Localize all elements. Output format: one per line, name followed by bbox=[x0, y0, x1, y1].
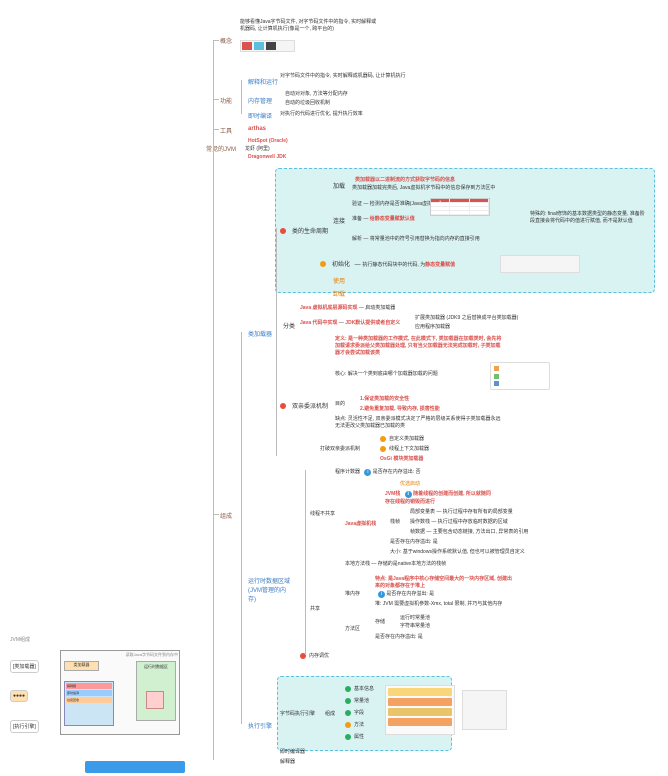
exec-jit: 即时编译器 bbox=[280, 748, 305, 755]
func-memory[interactable]: 内存管理 bbox=[245, 95, 275, 106]
purpose[interactable]: 目的 bbox=[335, 401, 345, 407]
heap-overflow: 是否存在内存溢出: 是 bbox=[386, 591, 434, 597]
bc-struct: 组成 bbox=[325, 711, 335, 717]
info-icon: i bbox=[364, 469, 371, 476]
frame-1: 局部变量表 — 执行过程中存有所有的局部变量 bbox=[410, 508, 513, 515]
execution[interactable]: 执行引擎 bbox=[245, 720, 275, 731]
bc-const: 常量池 bbox=[354, 698, 369, 704]
func-jit[interactable]: 即时编译 bbox=[245, 110, 275, 121]
direct-mem[interactable]: 内存调优 bbox=[309, 653, 329, 659]
jvm-stack-desc: JVM栈 i 随着线程的创建而创建, 所以就随同存在线程的销毁而进行 bbox=[385, 490, 495, 505]
bottom-button[interactable] bbox=[85, 761, 185, 773]
func-jit-desc: 对执行的代码进行优化, 提升执行效率 bbox=[280, 110, 363, 117]
break[interactable]: 打破双亲委派机制 bbox=[320, 446, 360, 452]
shared[interactable]: 共享 bbox=[310, 606, 320, 612]
loading[interactable]: 加载 bbox=[330, 180, 348, 191]
mem-2: 自动的垃圾回收机制 bbox=[285, 99, 330, 106]
lifecycle[interactable]: 类的生命周期 bbox=[289, 225, 331, 236]
linking[interactable]: 连接 bbox=[330, 215, 348, 226]
break-1: 自定义类加载器 bbox=[389, 436, 424, 442]
node-common-jvm[interactable]: 常见的JVM bbox=[203, 143, 239, 154]
ma-store-1: 运行时常量池 bbox=[400, 614, 430, 621]
frame[interactable]: 栈帧 bbox=[390, 519, 400, 525]
runtime[interactable]: 运行时数据区域 (JVM管理的内存) bbox=[245, 575, 295, 604]
node-concept[interactable]: 概念 bbox=[217, 35, 235, 46]
cls-java: Java 代码中实现 bbox=[300, 320, 338, 326]
verify: 验证 bbox=[352, 201, 362, 207]
heap[interactable]: 堆内存 bbox=[345, 591, 360, 597]
cls-definition: 定义: 是一种类加载器的工作模式, 在此模式下, 类加载器在加载类时, 会先将加… bbox=[335, 335, 505, 356]
cls-java-2: 应用程序加载器 bbox=[415, 323, 450, 330]
jvm-dragonwell: Dragonwell JDK bbox=[245, 153, 289, 161]
func-interpret-desc: 对字节码文件中的指令, 实时解释成机器码, 让计算机执行 bbox=[280, 72, 406, 79]
bc-field: 字段 bbox=[354, 710, 364, 716]
delegation-core: 核心: 解决一个类到底由哪个加载器加载的问题 bbox=[335, 370, 438, 377]
bc-attr: 属性 bbox=[354, 734, 364, 740]
mem-1: 自动对对象, 方法等分配内存 bbox=[285, 90, 348, 97]
jvm-hotspot: HotSpot (Oracle) bbox=[245, 137, 291, 145]
exec-interp: 解释器 bbox=[280, 758, 295, 765]
break-2: 线程上下文加载器 bbox=[389, 446, 429, 452]
stack-size: 大小: 基于windows操作系统默认值, 但也可以被管理员自定义 bbox=[390, 548, 525, 555]
bottom-panel: JVM组成 [类加载器] ●●●● [执行引擎] 读取Java字节码文件到内存中… bbox=[10, 636, 185, 756]
purpose-warn: 缺点: 灵活性不足, 双亲委派模式决定了严格的层级关系使得子类加载器永远无法更改… bbox=[335, 415, 505, 429]
frame-3: 帧数据 — 主要包含动态链接, 方法出口, 异常表的引用 bbox=[410, 528, 528, 535]
prepare: 准备 bbox=[352, 216, 362, 222]
classloader[interactable]: 类加载器 bbox=[245, 328, 275, 339]
node-tools[interactable]: 工具 bbox=[217, 125, 235, 136]
purpose-2: 2.避免重复加载, 导致内存, 损害性能 bbox=[360, 405, 440, 412]
use: 使用 bbox=[330, 275, 348, 286]
concept-desc: 能够看懂Java字节码文件, 对字节码文件中的指令, 实时解释或机器码, 让计算… bbox=[240, 18, 380, 32]
heap-feature: 特点: 是Java程序中核心存储空间最大的一块内存区域, 创建出来的对象都存在于… bbox=[375, 575, 515, 589]
linking-special: 特殊的: final修饰的基本数据类型的静态变量, 准备阶段直接会将代码中的值进… bbox=[530, 210, 645, 224]
bc-basic: 基本信息 bbox=[354, 686, 374, 692]
stack-overflow: 是否存在内存溢出: 是 bbox=[390, 538, 438, 545]
func-interpret[interactable]: 解释和运行 bbox=[245, 76, 281, 87]
jvm-stack[interactable]: Java虚拟机栈 bbox=[345, 521, 376, 527]
pc[interactable]: 程序计数器 bbox=[335, 469, 360, 475]
ma-store-2: 字符串常量池 bbox=[400, 622, 430, 629]
init[interactable]: 初始化 bbox=[329, 258, 353, 269]
unload: 卸载 bbox=[330, 288, 348, 299]
resolve: 解析 bbox=[352, 236, 362, 242]
frame-2: 操作数栈 — 执行过程中存放临时数据的区域 bbox=[410, 518, 508, 525]
ma-store: 存储 bbox=[375, 619, 385, 625]
node-composition[interactable]: 组成 bbox=[217, 510, 235, 521]
method-area[interactable]: 方法区 bbox=[345, 626, 360, 632]
cls-java-1: 扩展类加载器 (JDK9 之后替换成平台类加载器) bbox=[415, 314, 518, 321]
jvm-alibaba: 龙虾 (阿里) bbox=[245, 145, 270, 152]
ma-overflow: 是否存在内存溢出: 是 bbox=[375, 633, 423, 640]
classification[interactable]: 分类 bbox=[280, 320, 298, 331]
heap-params: 堆: JVM 需要虚拟机参数-Xmx, total 限制, 并巧与其他内存 bbox=[375, 600, 502, 607]
bytecode-engine[interactable]: 字节码执行引擎 bbox=[280, 711, 315, 717]
thread-ns[interactable]: 线程不共享 bbox=[310, 511, 335, 517]
loading-1: 类加载器以二进制流的方式获取字节码的信息 bbox=[352, 175, 458, 184]
box-classloader: [类加载器] bbox=[10, 660, 39, 673]
purpose-1: 1.保证类加载的安全性 bbox=[360, 395, 409, 402]
break-3: OsGi 模块类加载器 bbox=[380, 456, 423, 462]
delegation[interactable]: 双亲委派机制 bbox=[289, 400, 331, 411]
loading-2: 类加载器加载完类后, Java虚拟机字节码中的信息保存到方法区中 bbox=[352, 184, 495, 191]
native-stack: 本地方法栈 — 存储的是native本地方法的栈帧 bbox=[345, 560, 446, 567]
cls-jvm: Java 虚拟机底层源码实现 bbox=[300, 305, 358, 311]
bc-method: 方法 bbox=[354, 722, 364, 728]
box-exec: [执行引擎] bbox=[10, 720, 39, 733]
tools-arthas[interactable]: arthas bbox=[245, 125, 269, 133]
node-function[interactable]: 功能 bbox=[217, 95, 235, 106]
